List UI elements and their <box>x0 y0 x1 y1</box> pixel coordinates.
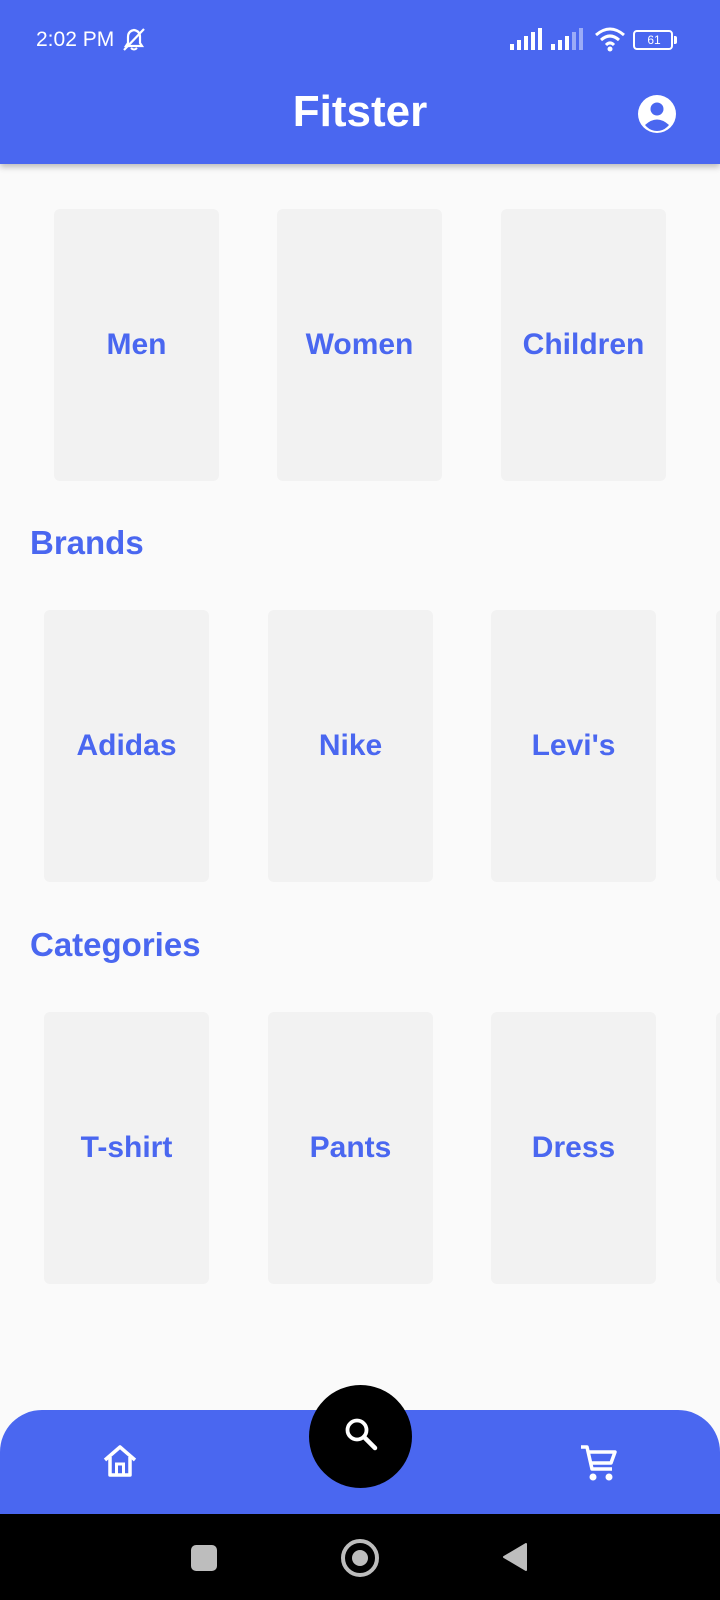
search-icon <box>342 1415 380 1458</box>
wifi-icon <box>594 26 626 57</box>
status-time: 2:02 PM <box>36 28 115 51</box>
system-home-button[interactable] <box>341 1539 379 1577</box>
card-label: Adidas <box>76 729 177 762</box>
battery-tip <box>674 36 677 44</box>
card-label: T-shirt <box>80 1131 173 1164</box>
battery-level: 61 <box>647 33 661 47</box>
card-label: Dress <box>531 1131 616 1164</box>
status-bar: 2:02 PM 61 <box>0 0 720 80</box>
battery-body: 61 <box>633 30 673 50</box>
card-label: Nike <box>318 729 383 762</box>
brand-card-levis[interactable]: Levi's <box>491 610 656 882</box>
signal-icon <box>510 28 544 55</box>
search-button[interactable] <box>309 1385 412 1488</box>
card-label: Women <box>305 328 414 361</box>
home-dot <box>352 1550 368 1566</box>
cart-icon[interactable] <box>578 1442 620 1484</box>
brand-card-adidas[interactable]: Adidas <box>44 610 209 882</box>
brand-card-nike[interactable]: Nike <box>268 610 433 882</box>
battery-icon: 61 <box>633 30 677 50</box>
app-screen: 2:02 PM 61 Fitster Men Women Children Br… <box>0 0 720 1600</box>
mute-icon <box>120 27 150 58</box>
app-header: 2:02 PM 61 Fitster <box>0 0 720 164</box>
card-label: Levi's <box>531 729 616 762</box>
categories-row: T-shirt Pants Dress <box>0 1012 720 1284</box>
brands-row: Adidas Nike Levi's <box>0 610 720 882</box>
gender-row: Men Women Children <box>0 209 720 481</box>
app-title: Fitster <box>292 87 428 136</box>
brand-card-partial[interactable] <box>716 610 720 882</box>
category-card-partial[interactable] <box>716 1012 720 1284</box>
back-button[interactable] <box>502 1542 528 1577</box>
categories-section-title: Categories <box>30 926 201 963</box>
card-label: Pants <box>309 1131 392 1164</box>
account-circle-icon[interactable] <box>637 94 677 134</box>
home-icon[interactable] <box>100 1441 140 1481</box>
recents-button[interactable] <box>191 1545 217 1571</box>
card-label: Men <box>106 328 167 361</box>
gender-card-children[interactable]: Children <box>501 209 666 481</box>
category-card-pants[interactable]: Pants <box>268 1012 433 1284</box>
signal-icon <box>551 28 585 55</box>
category-card-tshirt[interactable]: T-shirt <box>44 1012 209 1284</box>
system-nav-bar <box>0 1514 720 1600</box>
category-card-dress[interactable]: Dress <box>491 1012 656 1284</box>
brands-section-title: Brands <box>30 524 144 561</box>
card-label: Children <box>522 328 645 361</box>
gender-card-men[interactable]: Men <box>54 209 219 481</box>
gender-card-women[interactable]: Women <box>277 209 442 481</box>
